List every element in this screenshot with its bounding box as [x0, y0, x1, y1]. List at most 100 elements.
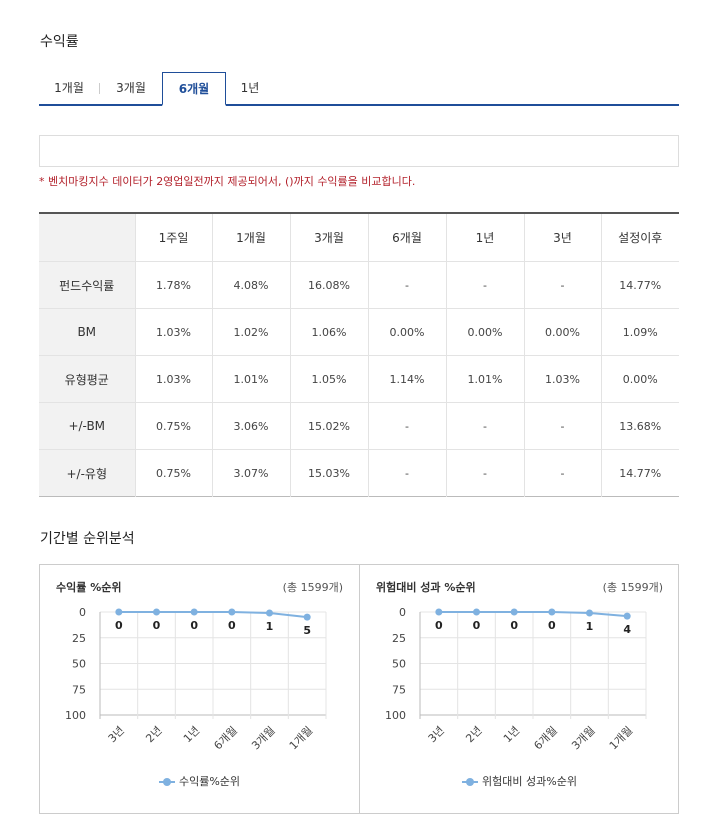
table-cell: - [445, 261, 524, 309]
data-point [190, 608, 198, 616]
returns-section-title: 수익률 [40, 34, 79, 50]
benchmark-note: * 벤치마킹지수 데이터가 2영업일전까지 제공되어서, ()까지 수익률을 비… [39, 175, 416, 188]
data-label: 4 [623, 623, 631, 636]
benchmark-box [39, 135, 679, 167]
row-label: 유형평균 [39, 355, 135, 403]
data-label: 5 [303, 624, 311, 637]
table-cell: 15.02% [289, 402, 368, 450]
x-tick-label: 1개월 [287, 724, 315, 752]
legend-label: 수익률%순위 [178, 775, 241, 788]
column-header: 1주일 [134, 213, 212, 262]
table-header-row: 1주일 1개월 3개월 6개월 1년 3년 설정이후 [39, 213, 679, 262]
table-cell: 4.08% [211, 261, 290, 309]
table-cell: 0.00% [445, 308, 524, 356]
return-rank-chart: 수익률 %순위 (총 1599개) 0 25 50 75 100 3년 2년 1년 6개월 3개월… [40, 565, 359, 813]
data-point [623, 612, 631, 620]
chart-svg: 0 25 50 75 100 3년 2년 1년 6개월 3개월 1개월 0 0 0 0 1 5 [65, 606, 327, 752]
legend-label: 위험대비 성과%순위 [482, 775, 577, 788]
table-cell: 1.03% [134, 355, 212, 403]
table-row: 유형평균 1.03% 1.01% 1.05% 1.14% 1.01% 1.03% 0.00% [39, 355, 679, 403]
y-tick-label: 0 [399, 606, 406, 619]
table-cell: - [445, 449, 524, 497]
data-label: 0 [510, 619, 518, 632]
table-cell: - [367, 449, 446, 497]
table-cell: 16.08% [289, 261, 368, 309]
tab-6-month[interactable]: 6개월 [162, 72, 226, 106]
table-cell: 14.77% [600, 261, 679, 309]
data-point [473, 608, 480, 616]
data-point [115, 608, 123, 616]
x-tick-label: 3년 [106, 724, 127, 745]
table-cell: 1.01% [445, 355, 524, 403]
x-tick-label: 6개월 [531, 724, 559, 752]
y-tick-label: 75 [392, 683, 406, 696]
x-tick-label: 3개월 [249, 724, 277, 752]
data-label: 0 [473, 619, 481, 632]
row-label: +/-유형 [39, 449, 135, 497]
tab-divider [99, 83, 100, 94]
y-tick-label: 100 [65, 709, 86, 722]
row-label: 펀드수익률 [39, 261, 135, 309]
x-tick-label: 3년 [426, 724, 447, 745]
data-point [435, 608, 443, 616]
tab-3-month[interactable]: 3개월 [101, 72, 161, 104]
table-cell: 15.03% [289, 449, 368, 497]
data-point [303, 613, 311, 621]
table-cell: 0.75% [134, 402, 212, 450]
table-row: +/-유형 0.75% 3.07% 15.03% - - -14.77% [39, 449, 679, 497]
table-cell: 0.00% [367, 308, 446, 356]
table-cell: 1.14% [367, 355, 446, 403]
table-cell: 3.06% [211, 402, 290, 450]
legend-marker [462, 778, 479, 786]
data-point [510, 608, 518, 616]
data-label: 0 [153, 619, 161, 632]
x-tick-label: 1개월 [607, 724, 635, 752]
y-tick-label: 100 [385, 709, 406, 722]
data-label: 0 [548, 619, 556, 632]
chart-svg: 0 25 50 75 100 3년 2년 1년 6개월 3개월 1개월 0 0 0 0 1 4 [385, 606, 647, 752]
column-header [39, 213, 135, 262]
x-tick-label: 1년 [181, 724, 202, 745]
x-tick-label: 1년 [501, 724, 522, 745]
table-cell: 1.09% [600, 308, 679, 356]
table-cell: - [523, 261, 601, 309]
table-cell: 0.00% [523, 308, 601, 356]
table-cell: 0.75% [134, 449, 212, 497]
data-label: 1 [586, 620, 594, 633]
data-label: 0 [115, 619, 123, 632]
column-header: 3개월 [289, 213, 368, 262]
table-cell: 1.01% [211, 355, 290, 403]
rank-section-title: 기간별 순위분석 [40, 531, 135, 547]
y-tick-label: 25 [392, 632, 406, 645]
data-label: 0 [190, 619, 198, 632]
x-tick-label: 2년 [463, 724, 484, 745]
data-point [153, 608, 160, 616]
column-header: 1년 [445, 213, 524, 262]
data-label: 0 [435, 619, 443, 632]
period-tabs: 1개월 3개월 6개월 1년 [39, 72, 679, 106]
y-tick-label: 0 [79, 606, 86, 619]
column-header: 설정이후 [600, 213, 679, 262]
risk-adjusted-rank-chart: 위험대비 성과 %순위 (총 1599개) 0 25 50 75 100 3년 2년 1년 6개… [360, 565, 679, 813]
chart-legend: 위험대비 성과%순위 [360, 773, 679, 789]
chart-legend: 수익률%순위 [40, 773, 359, 789]
table-cell: 14.77% [600, 449, 679, 497]
table-row: 펀드수익률 1.78% 4.08% 16.08% - - -14.77% [39, 261, 679, 309]
y-tick-label: 50 [392, 658, 406, 671]
table-cell: 1.03% [134, 308, 212, 356]
data-point [228, 608, 236, 616]
table-cell: 1.03% [523, 355, 601, 403]
row-label: +/-BM [39, 402, 135, 450]
data-point [266, 609, 273, 617]
tab-1-year[interactable]: 1년 [225, 72, 275, 104]
tab-1-month[interactable]: 1개월 [39, 72, 99, 104]
x-tick-label: 2년 [143, 724, 164, 745]
table-cell: - [523, 402, 601, 450]
table-cell: 1.05% [289, 355, 368, 403]
table-cell: - [523, 449, 601, 497]
table-cell: - [367, 261, 446, 309]
x-tick-label: 3개월 [569, 724, 597, 752]
table-cell: 13.68% [600, 402, 679, 450]
data-label: 1 [266, 620, 274, 633]
data-point [548, 608, 556, 616]
